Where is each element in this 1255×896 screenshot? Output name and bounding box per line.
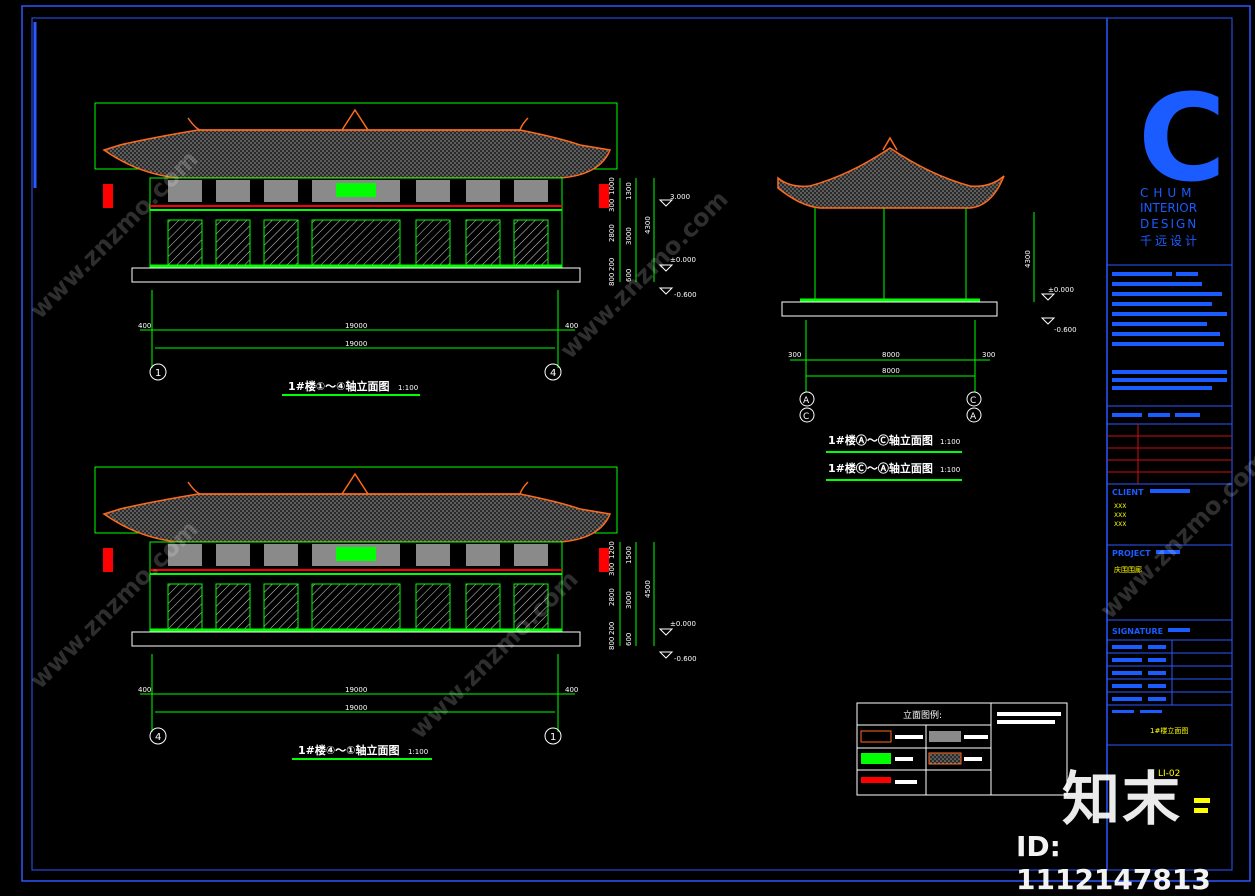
axis-label: A [803, 396, 810, 406]
height-dim: 4300 [1024, 250, 1032, 268]
drawing-title: 1#楼④～①轴立面图 [298, 743, 400, 757]
level-3000: 3.000 [670, 193, 690, 201]
height-dim: 200 [608, 622, 616, 635]
axis-label: A [970, 412, 977, 422]
legend-table: 立面图例: [856, 702, 1068, 796]
height-dim: 3000 [625, 227, 633, 245]
drawing-scale-1: 1:100 [940, 438, 960, 446]
axis-label: C [803, 412, 809, 422]
dim-total-2: 19000 [345, 340, 367, 348]
axis-label-right: 1 [550, 732, 556, 743]
dim-side-right: 400 [565, 686, 578, 694]
height-dim: 3000 [625, 591, 633, 609]
roof [777, 147, 1005, 209]
plinth [131, 267, 581, 283]
client-label: CLIENT [1112, 488, 1144, 497]
height-dim: 300 [608, 563, 616, 576]
axis-label: C [970, 396, 976, 406]
logo-line3: DESIGN [1140, 217, 1198, 231]
lantern-left [103, 184, 113, 208]
drawing-scale-2: 1:100 [940, 466, 960, 474]
title-block: C CHUM INTERIOR DESIGN 千远设计 CLIENT XXX X… [1107, 70, 1232, 813]
ridge-ornament [341, 108, 369, 131]
axis-label-left: 1 [155, 368, 161, 379]
height-dim: 600 [625, 633, 633, 646]
dim-side-left: 400 [138, 686, 151, 694]
dim-side-left: 400 [138, 322, 151, 330]
elevation-a-c: 4300 ±0.000 -0.600 300 8000 300 8000 A C… [777, 136, 1077, 481]
ridge [187, 481, 529, 495]
axis-label-left: 4 [155, 732, 161, 743]
dim-side-left: 300 [788, 351, 801, 359]
height-dim: 1300 [625, 182, 633, 200]
ridge [187, 117, 529, 131]
logo-line1: CHUM [1140, 186, 1197, 200]
height-dim: 2800 [608, 224, 616, 242]
level-0: ±0.000 [670, 620, 696, 628]
dim-side-right: 300 [982, 351, 995, 359]
drawing-scale: 1:100 [408, 748, 428, 756]
drawing-title: 1#楼①～④轴立面图 [288, 379, 390, 393]
level-minus-600: -0.600 [674, 291, 697, 299]
plinth [781, 301, 998, 317]
level-minus-600: -0.600 [1054, 326, 1077, 334]
dim-total: 8000 [882, 351, 900, 359]
sheet-title: 1#楼立面图 [1150, 726, 1188, 735]
height-dim: 200 [608, 258, 616, 271]
axis-label-right: 4 [550, 368, 556, 379]
logo-cn: 千远设计 [1140, 234, 1200, 248]
level-marker [658, 628, 674, 659]
watermark-logo: 知末 [1062, 765, 1183, 833]
dim-total-2: 19000 [345, 704, 367, 712]
dim-total-2: 8000 [882, 367, 900, 375]
dim-total: 19000 [345, 686, 367, 694]
lantern-left [103, 548, 113, 572]
legend-title: 立面图例: [903, 709, 942, 721]
client-item: XXX [1114, 503, 1126, 510]
client-item: XXX [1114, 521, 1126, 528]
height-dim: 4500 [644, 580, 652, 598]
logo-line2: INTERIOR [1140, 201, 1197, 215]
dim-total: 19000 [345, 322, 367, 330]
height-dim: 1200 [608, 541, 616, 559]
signature-label: SIGNATURE [1112, 627, 1163, 636]
elevation-4-1: 1200 300 2800 1500 3000 200 4500 800 600… [94, 466, 697, 760]
height-dim: 800 [608, 637, 616, 650]
height-dim: 1000 [608, 177, 616, 195]
legend-swatch [861, 777, 891, 783]
ridge-ornament [341, 472, 369, 495]
drawing-title-1: 1#楼Ⓐ～Ⓒ轴立面图 [828, 433, 933, 447]
drawing-title-2: 1#楼Ⓒ～Ⓐ轴立面图 [828, 461, 933, 475]
client-item: XXX [1114, 512, 1126, 519]
height-dim: 4300 [644, 216, 652, 234]
level-marker [1040, 293, 1056, 325]
height-dim: 1500 [625, 546, 633, 564]
height-dim: 300 [608, 199, 616, 212]
level-0: ±0.000 [1048, 286, 1074, 294]
height-dim: 2800 [608, 588, 616, 606]
legend-swatch [929, 731, 961, 742]
svg-text:www.znzmo.com: www.znzmo.com [554, 185, 733, 364]
watermark-id: ID: 1112147813 [1016, 830, 1211, 896]
level-minus-600: -0.600 [674, 655, 697, 663]
legend-swatch [861, 753, 891, 764]
drawing-scale: 1:100 [398, 384, 418, 392]
legend-swatch [928, 752, 962, 765]
